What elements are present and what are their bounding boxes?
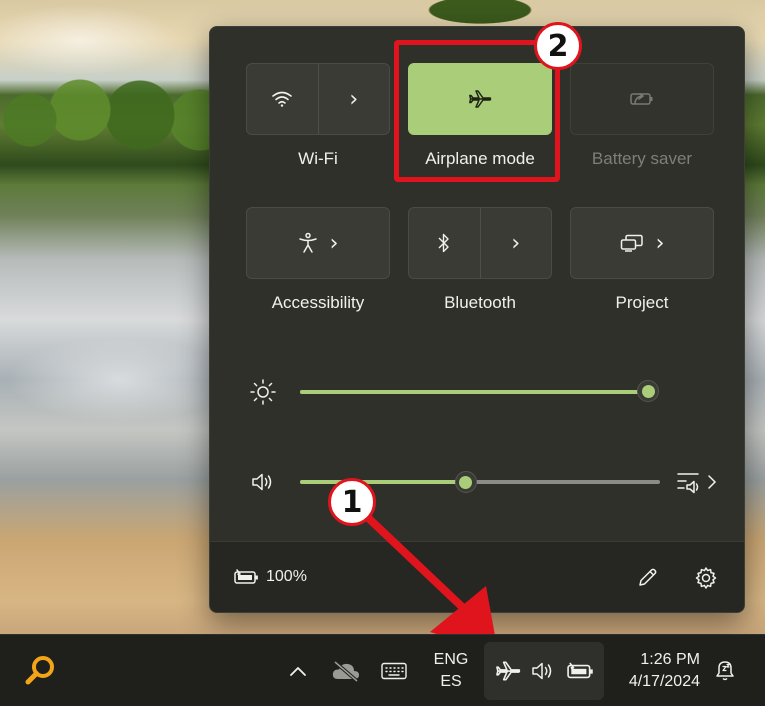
cloud-offline-icon bbox=[332, 660, 359, 682]
onedrive-button[interactable] bbox=[330, 655, 362, 687]
keyboard-icon bbox=[381, 662, 407, 680]
touch-keyboard-button[interactable] bbox=[378, 655, 410, 687]
language-code: ENG bbox=[433, 651, 469, 668]
speaker-icon bbox=[532, 662, 552, 680]
tray-volume bbox=[530, 658, 556, 684]
battery-charging-icon bbox=[567, 662, 593, 679]
clock-button[interactable]: 1:26 PM 4/17/2024 bbox=[612, 649, 700, 693]
notifications-button[interactable] bbox=[710, 655, 740, 685]
clock-time: 1:26 PM bbox=[640, 651, 700, 668]
do-not-disturb-icon bbox=[716, 661, 734, 681]
tray-airplane bbox=[494, 658, 522, 684]
keyboard-layout-code: ES bbox=[440, 673, 462, 690]
show-hidden-icons-button[interactable] bbox=[284, 657, 312, 685]
annotation-arrow bbox=[358, 508, 498, 652]
chevron-up-icon bbox=[290, 667, 306, 676]
tray-battery bbox=[566, 658, 596, 684]
search-icon bbox=[25, 656, 54, 685]
clock-date: 4/17/2024 bbox=[628, 673, 700, 690]
input-language-button[interactable]: ENG ES bbox=[426, 649, 476, 693]
taskbar: ENG ES 1:26 PM 4/17/2024 bbox=[0, 634, 765, 706]
quick-settings-button[interactable] bbox=[484, 642, 604, 700]
airplane-icon bbox=[496, 661, 521, 681]
search-button[interactable] bbox=[20, 651, 60, 691]
step-badge-1: 1 bbox=[328, 478, 376, 526]
